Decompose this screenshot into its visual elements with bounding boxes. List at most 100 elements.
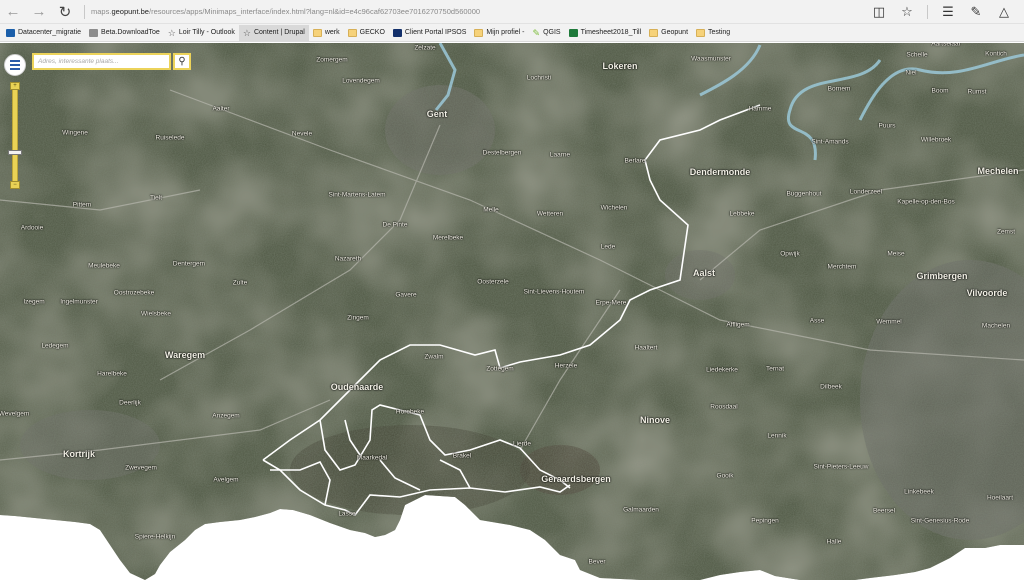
place-label: Oostrozebeke: [113, 289, 155, 297]
address-bar[interactable]: maps.geopunt.be/resources/apps/Minimaps_…: [91, 7, 480, 16]
hub-icon[interactable]: ☰: [936, 0, 960, 24]
favorite-label: Datacenter_migratie: [18, 29, 82, 36]
place-label: Sint-Pieters-Leeuw: [813, 463, 869, 471]
folder-icon: [312, 28, 322, 37]
place-label: De Pinte: [382, 221, 408, 229]
favorite-item[interactable]: werk: [309, 25, 344, 41]
place-label: Haaltert: [634, 344, 658, 352]
place-label: Grimbergen: [916, 271, 968, 281]
place-label: Niel: [905, 69, 917, 77]
favorite-item[interactable]: Client Portal IPSOS: [389, 25, 470, 41]
place-label: Harelbeke: [97, 370, 127, 378]
layer-lines: [10, 58, 20, 72]
favorite-label: Loir Tilly - Outlook: [178, 29, 235, 36]
place-label: Lovendegem: [342, 77, 380, 85]
favorite-label: werk: [324, 29, 340, 36]
place-label: Affligem: [726, 321, 750, 329]
place-label: Herzele: [554, 362, 578, 370]
folder-icon: [696, 28, 706, 37]
place-label: Wielsbeke: [141, 310, 171, 318]
place-label: Sint-Genesius-Rode: [910, 517, 970, 525]
favorite-item[interactable]: ✎ QGIS: [529, 25, 565, 41]
reading-view-icon[interactable]: ◫: [867, 0, 891, 24]
place-label: Willebroek: [920, 136, 952, 144]
place-label: Aalst: [692, 268, 716, 278]
favorite-label: QGIS: [543, 29, 561, 36]
zoom-out-button[interactable]: −: [10, 181, 20, 189]
zoom-in-button[interactable]: +: [10, 82, 20, 90]
folder-icon: [347, 28, 357, 37]
favorite-label: Timesheet2018_Till: [580, 29, 642, 36]
favorite-label: GECKO: [359, 29, 385, 36]
place-label: Izegem: [23, 298, 45, 306]
favorite-item[interactable]: Beta.DownloadToe: [85, 25, 164, 41]
place-label: Waregem: [164, 350, 206, 360]
favorites-bar: Datacenter_migratie Beta.DownloadToe ☆ Loir…: [0, 24, 1024, 42]
favorite-item[interactable]: GECKO: [344, 25, 389, 41]
search-input[interactable]: Adres, interessante plaats...: [32, 53, 171, 70]
place-label: Lede: [600, 243, 616, 251]
place-label: Deerlijk: [119, 399, 141, 407]
favorite-item[interactable]: Testing: [692, 25, 734, 41]
place-label: Lennik: [767, 432, 787, 440]
place-label: Opwijk: [780, 250, 800, 258]
favorite-label: Content | Drupal: [253, 29, 305, 36]
zoom-slider[interactable]: [12, 85, 18, 185]
place-label: Laarne: [549, 151, 571, 159]
favorite-item[interactable]: Timesheet2018_Till: [565, 25, 646, 41]
place-label: Zwalm: [424, 353, 444, 361]
place-label: Oosterzele: [477, 278, 509, 286]
place-label: Gent: [426, 109, 448, 119]
place-label: Dentergem: [172, 260, 206, 268]
favicon-icon: [568, 28, 578, 37]
place-label: Ternat: [765, 365, 785, 373]
arrow-right-icon[interactable]: →: [26, 0, 52, 24]
folder-icon: [649, 28, 659, 37]
place-label: Kontich: [985, 50, 1007, 58]
place-label: Oudenaarde: [330, 382, 384, 392]
place-label: Lokeren: [602, 61, 638, 71]
place-label: Bornem: [827, 85, 851, 93]
refresh-icon[interactable]: ↻: [52, 0, 78, 24]
place-label: Geraardsbergen: [541, 474, 611, 484]
place-label: Zulte: [232, 279, 248, 287]
favorite-item[interactable]: Mijn profiel -: [470, 25, 528, 41]
favorite-item[interactable]: ☆ Loir Tilly - Outlook: [164, 25, 239, 41]
place-label: Kortrijk: [62, 449, 96, 459]
place-label: Halle: [826, 538, 842, 546]
search-icon[interactable]: ⚲: [173, 53, 191, 70]
share-icon[interactable]: △: [992, 0, 1016, 24]
browser-actions: ◫ ☆ ☰ ✎ △: [867, 0, 1016, 24]
place-label: Sint-Martens-Latem: [328, 191, 386, 199]
place-label: Gavere: [395, 291, 417, 299]
favorite-label: Geopunt: [661, 29, 689, 36]
arrow-left-icon[interactable]: ←: [0, 0, 26, 24]
favorite-item[interactable]: ☆ Content | Drupal: [238, 24, 309, 41]
web-note-icon[interactable]: ✎: [964, 0, 988, 24]
url-divider: [84, 4, 85, 19]
place-label: Lochristi: [526, 74, 552, 82]
layers-list-icon[interactable]: [4, 54, 26, 76]
url-domain: geopunt.be: [111, 7, 149, 16]
place-label: Aartselaar: [931, 43, 961, 48]
place-label: Pepingen: [751, 517, 779, 525]
place-label: Anzegem: [212, 412, 240, 420]
star-icon: ☆: [167, 27, 176, 38]
map-canvas[interactable]: Gent Aalst Kortrijk Mechelen Oudenaarde Geraa…: [0, 43, 1024, 580]
place-label: Dendermonde: [689, 167, 751, 177]
place-label: Lierde: [512, 440, 532, 448]
place-label: Hoeilaart: [986, 494, 1014, 502]
place-label: Wemmel: [876, 318, 902, 326]
favorite-star-icon[interactable]: ☆: [895, 0, 919, 24]
place-label: Merelbeke: [432, 234, 464, 242]
favorite-item[interactable]: Geopunt: [645, 25, 692, 41]
favorite-item[interactable]: Datacenter_migratie: [2, 25, 85, 41]
place-label: Dilbeek: [820, 383, 842, 391]
favorite-label: Mijn profiel -: [486, 29, 525, 36]
place-label: Ruiselede: [155, 134, 185, 142]
zoom-handle[interactable]: [8, 150, 22, 155]
place-label: Zemst: [996, 228, 1016, 236]
favicon-icon: ✎: [532, 27, 541, 38]
place-label: Avelgem: [213, 476, 239, 484]
url-path: /resources/apps/Minimaps_interface/index…: [148, 7, 481, 16]
